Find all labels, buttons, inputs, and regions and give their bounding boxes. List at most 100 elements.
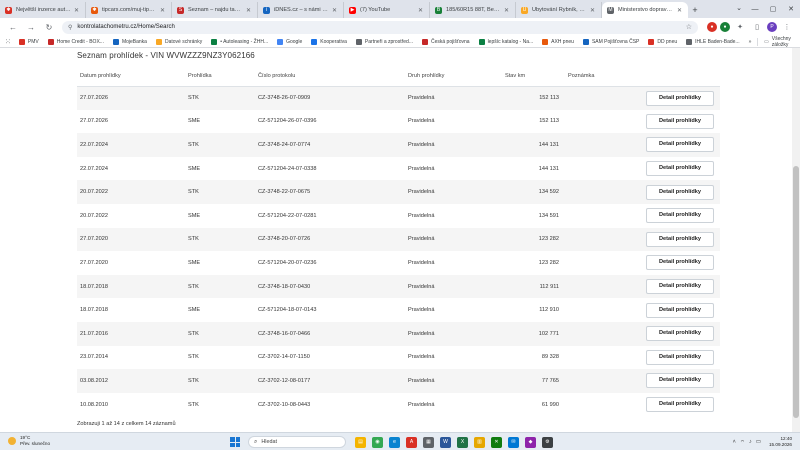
maximize-icon[interactable]: ▢: [764, 5, 782, 13]
browser-tab[interactable]: U Ubytování Rybník, Chotě✕: [516, 2, 602, 18]
close-tab-icon[interactable]: ✕: [418, 7, 423, 14]
bookmark-item[interactable]: AXH pneu: [542, 38, 574, 45]
all-bookmarks-link[interactable]: Všechny záložky: [772, 36, 795, 48]
browser-tab[interactable]: ▶ (7) YouTube ✕: [344, 2, 430, 18]
menu-kebab-icon[interactable]: ⋮: [780, 20, 794, 34]
browser-tab[interactable]: i iDNES.cz – s námi víte ví✕: [258, 2, 344, 18]
browser-tab[interactable]: M Ministerstvo dopravy – K ✕: [602, 2, 688, 18]
bookmark-item[interactable]: Datové schránky: [155, 38, 202, 45]
detail-button[interactable]: Detail prohlídky: [646, 137, 714, 153]
detail-button[interactable]: Detail prohlídky: [646, 279, 714, 295]
bookmark-item[interactable]: DD pneu: [648, 38, 678, 45]
close-tab-icon[interactable]: ✕: [677, 7, 682, 14]
clock[interactable]: 12:40 15.09.2026: [769, 436, 792, 448]
detail-button[interactable]: Detail prohlídky: [646, 184, 714, 200]
browser-tab[interactable]: ✱ Největší inzerce autobazarů✕: [0, 2, 86, 18]
edge-icon[interactable]: e: [389, 436, 400, 448]
detail-button[interactable]: Detail prohlídky: [646, 326, 714, 342]
detail-button[interactable]: Detail prohlídky: [646, 397, 714, 413]
detail-button[interactable]: Detail prohlídky: [646, 90, 714, 106]
weather-description: Přev. slunečno: [20, 440, 51, 446]
bookmark-item[interactable]: MojeBanka: [112, 38, 147, 45]
tab-search-icon[interactable]: ⌄: [736, 4, 742, 12]
mail-icon[interactable]: ✉: [508, 436, 519, 448]
battery-icon[interactable]: ▭: [756, 439, 761, 445]
bookmark-label: DD pneu: [657, 38, 678, 45]
cell-kind: Pravidelná: [408, 354, 435, 361]
bookmark-item[interactable]: Google: [277, 38, 302, 45]
close-window-icon[interactable]: ✕: [782, 5, 800, 13]
forward-arrow-icon[interactable]: →: [24, 20, 38, 34]
excel-icon[interactable]: X: [457, 436, 468, 448]
file-explorer-icon[interactable]: ▤: [355, 436, 366, 448]
bookmark-item[interactable]: IHLE Baden-Bade...: [686, 38, 740, 45]
extension-icon[interactable]: ●: [707, 22, 717, 32]
chevron-up-icon[interactable]: ˄: [733, 439, 736, 445]
side-panel-icon[interactable]: ▯: [750, 20, 764, 34]
taskbar-search[interactable]: ⌕ Hledat: [248, 436, 346, 448]
cell-kind: Pravidelná: [405, 369, 505, 393]
close-tab-icon[interactable]: ✕: [74, 7, 79, 14]
browser-tab[interactable]: S Seznam – najdu tam, co ✕: [172, 2, 258, 18]
weather-widget[interactable]: 19°C Přev. slunečno: [8, 435, 50, 446]
cell-action: Detail prohlídky: [640, 321, 720, 346]
detail-button[interactable]: Detail prohlídky: [646, 161, 714, 177]
acrobat-icon[interactable]: A: [406, 436, 417, 448]
address-bar[interactable]: ⚲ kontrolatachometru.cz/Home/Search ☆: [62, 20, 698, 34]
site-info-icon[interactable]: ⚲: [68, 24, 72, 31]
table-row: 22.07.2024 STK CZ-3748-24-07-0774 Pravideln…: [77, 133, 720, 157]
apps-grid-icon[interactable]: ⁙: [5, 38, 11, 46]
cell-date: 20.07.2022: [77, 180, 185, 204]
bookmark-item[interactable]: PMV: [18, 38, 39, 45]
bookmark-item[interactable]: Partneři a zprostřed...: [355, 38, 413, 45]
cell-kind: Pravidelná: [408, 401, 435, 408]
close-tab-icon[interactable]: ✕: [160, 7, 165, 14]
chrome-icon[interactable]: ◉: [372, 436, 383, 448]
volume-icon[interactable]: ♪: [749, 439, 752, 445]
bookmark-item[interactable]: Home Credit - BOX...: [47, 38, 104, 45]
word-icon[interactable]: W: [440, 436, 451, 448]
bookmarks-overflow-icon[interactable]: »: [749, 39, 752, 45]
minimize-icon[interactable]: —: [746, 6, 764, 13]
close-tab-icon[interactable]: ✕: [332, 7, 337, 14]
detail-button[interactable]: Detail prohlídky: [646, 349, 714, 365]
settings-icon[interactable]: ⚙: [542, 436, 553, 448]
extensions-puzzle-icon[interactable]: ✦: [733, 20, 747, 34]
browser-tab[interactable]: B 185/60R15 88T, Berum, H✕: [430, 2, 516, 18]
bookmark-item[interactable]: • Autoleasing - ŽHH...: [211, 38, 268, 45]
cell-km: 123 282: [538, 259, 559, 266]
browser-tab[interactable]: ✱ tipcars.com/muj-tipcars/i ✕: [86, 2, 172, 18]
detail-button[interactable]: Detail prohlídky: [646, 373, 714, 389]
detail-button[interactable]: Detail prohlídky: [646, 231, 714, 247]
explorer-icon[interactable]: ▥: [474, 436, 485, 448]
bookmark-item[interactable]: SAM Pojišťovna ČSP: [582, 38, 639, 45]
detail-button[interactable]: Detail prohlídky: [646, 113, 714, 129]
bookmark-label: Partneři a zprostřed...: [364, 38, 413, 45]
close-tab-icon[interactable]: ✕: [246, 7, 251, 14]
extension-icon[interactable]: ●: [720, 22, 730, 32]
detail-button[interactable]: Detail prohlídky: [646, 302, 714, 318]
xbox-icon[interactable]: ✕: [491, 436, 502, 448]
new-tab-button[interactable]: +: [688, 2, 702, 18]
bookmark-star-icon[interactable]: ☆: [686, 23, 692, 31]
detail-button[interactable]: Detail prohlídky: [646, 255, 714, 271]
cell-protocol: CZ-3702-14-07-1150: [258, 354, 310, 361]
detail-button[interactable]: Detail prohlídky: [646, 208, 714, 224]
bookmark-item[interactable]: Česká pojišťovna: [422, 38, 470, 45]
close-tab-icon[interactable]: ✕: [590, 7, 595, 14]
tab-title: iDNES.cz – s námi víte ví: [274, 7, 329, 13]
bookmark-item[interactable]: Kooperativa: [311, 38, 347, 45]
cell-action: Detail prohlídky: [640, 133, 720, 157]
network-icon[interactable]: ⌔: [740, 439, 745, 446]
scrollbar-thumb[interactable]: [793, 166, 799, 418]
game-icon[interactable]: ◆: [525, 436, 536, 448]
store-icon[interactable]: ▦: [423, 436, 434, 448]
back-arrow-icon[interactable]: ←: [6, 20, 20, 34]
cell-kind: Pravidelná: [405, 321, 505, 346]
reload-icon[interactable]: ↻: [42, 20, 56, 34]
close-tab-icon[interactable]: ✕: [504, 7, 509, 14]
profile-avatar[interactable]: P: [767, 22, 777, 32]
bookmark-item[interactable]: lepšíc katalog - Na...: [478, 38, 533, 45]
windows-start-icon[interactable]: [230, 437, 240, 447]
scrollbar[interactable]: [792, 48, 800, 432]
